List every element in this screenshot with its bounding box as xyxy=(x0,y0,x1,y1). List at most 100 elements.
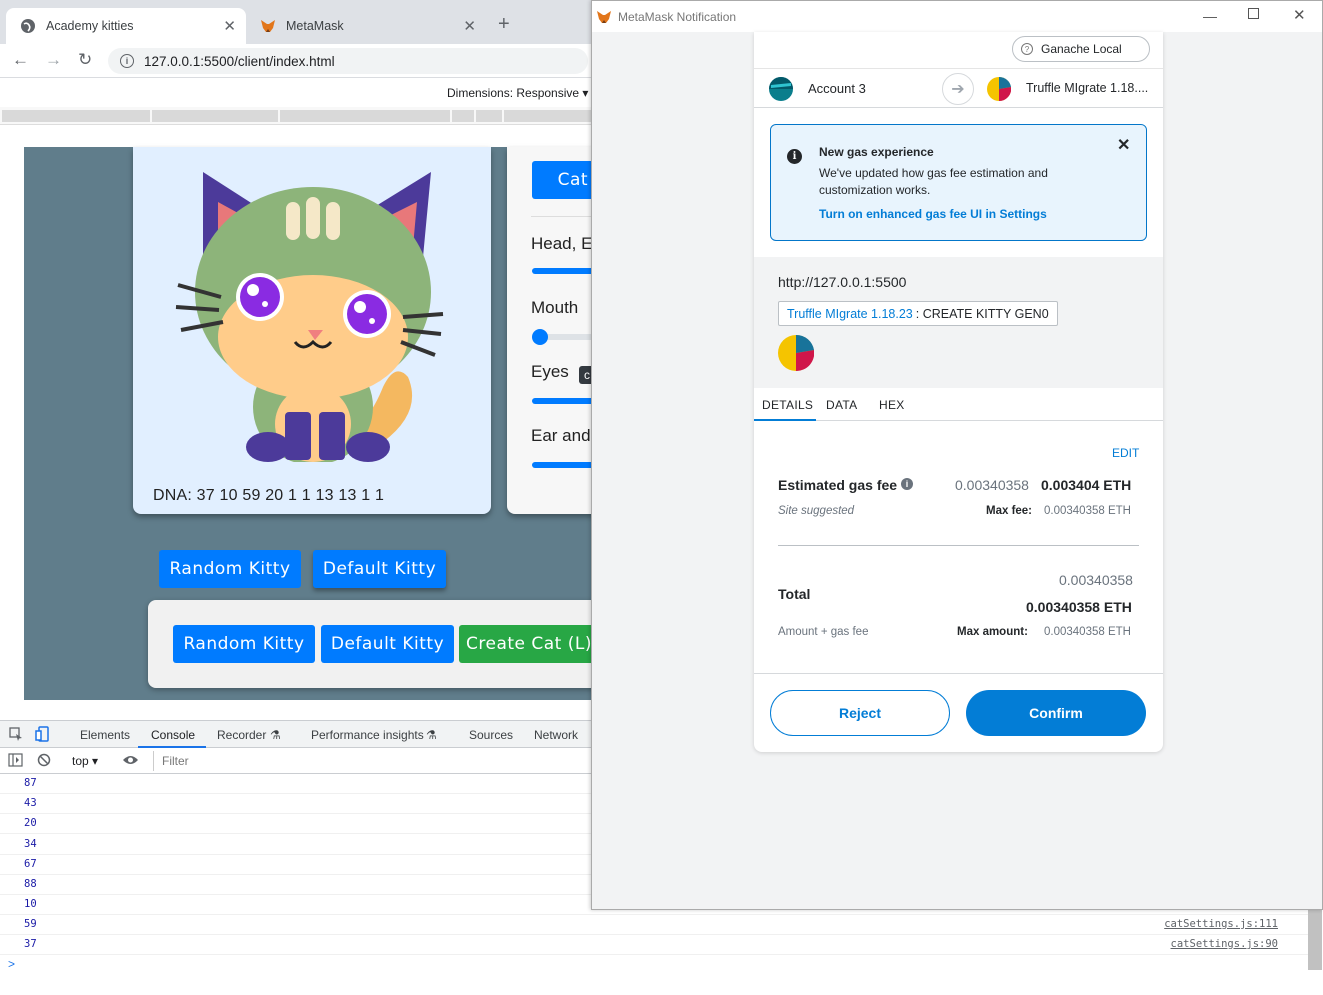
reject-button[interactable]: Reject xyxy=(770,690,950,736)
log-source-link[interactable]: catSettings.js:111 xyxy=(1164,918,1278,930)
tab-data[interactable]: DATA xyxy=(826,398,857,412)
dimensions-label: Dimensions: Responsive xyxy=(447,86,580,100)
devtools-tab-performance[interactable]: Performance insights xyxy=(311,728,424,742)
forward-arrow-icon[interactable]: → xyxy=(45,50,62,70)
devtools-tab-sources[interactable]: Sources xyxy=(469,728,513,742)
method-badge: Truffle MIgrate 1.18.23 : CREATE KITTY G… xyxy=(778,301,1058,326)
clear-console-icon[interactable] xyxy=(37,753,51,770)
max-fee-value: 0.00340358 ETH xyxy=(1044,505,1131,517)
tab-metamask[interactable]: MetaMask ✕ xyxy=(246,8,486,44)
mouth-label: Mouth xyxy=(531,298,579,317)
create-cat-button[interactable]: Create Cat (L) xyxy=(459,625,599,663)
page-viewport: DNA: 37 10 59 20 1 1 13 13 1 1 Cat C Hea… xyxy=(0,125,617,720)
max-fee-label: Max fee: xyxy=(986,505,1033,517)
account-row: Account 3 ➔ Truffle MIgrate 1.18.... xyxy=(754,68,1163,108)
info-icon: i xyxy=(787,149,802,164)
log-source-link[interactable]: catSettings.js:90 xyxy=(1171,938,1278,950)
log-value: 20 xyxy=(24,817,37,829)
new-tab-icon[interactable]: + xyxy=(498,13,510,36)
actions-panel: Random Kitty Default Kitty Create Cat (L… xyxy=(148,600,608,688)
account-avatar xyxy=(769,77,793,104)
confirm-transaction-card: ? Ganache Local Account 3 ➔ Truffle MIgr… xyxy=(754,32,1163,752)
tab-details[interactable]: DETAILS xyxy=(762,398,813,412)
globe-icon xyxy=(20,18,36,34)
window-titlebar: MetaMask Notification — ✕ xyxy=(592,1,1322,32)
gas-fee-secondary: 0.00340358 xyxy=(955,477,1029,493)
notice-close-icon[interactable]: ✕ xyxy=(1117,135,1130,155)
log-value: 10 xyxy=(24,898,37,910)
divider xyxy=(778,545,1139,546)
devtools-tabbar: Elements Console Recorder ⚗ Performance … xyxy=(0,720,600,748)
log-value: 67 xyxy=(24,858,37,870)
tab-academy-kitties[interactable]: Academy kitties ✕ xyxy=(6,8,246,44)
minimize-icon[interactable]: — xyxy=(1203,8,1217,24)
log-value: 59 xyxy=(24,918,37,930)
random-kitty-button-2[interactable]: Random Kitty xyxy=(173,625,315,663)
gas-fee-label: Estimated gas fee xyxy=(778,477,898,493)
log-row: 59 catSettings.js:111 xyxy=(0,915,1310,935)
console-toolbar: top ▾ Filter xyxy=(0,748,600,774)
close-tab-icon[interactable]: ✕ xyxy=(223,17,236,35)
confirm-button[interactable]: Confirm xyxy=(966,690,1146,736)
max-amount-value: 0.00340358 ETH xyxy=(1044,626,1131,638)
close-tab-icon[interactable]: ✕ xyxy=(463,17,476,35)
log-value: 87 xyxy=(24,777,37,789)
back-arrow-icon[interactable]: ← xyxy=(12,50,29,70)
metamask-fox-icon xyxy=(260,18,276,34)
log-value: 34 xyxy=(24,838,37,850)
amount-plus-gas: Amount + gas fee xyxy=(778,626,869,638)
method-contract[interactable]: Truffle MIgrate 1.18.23 xyxy=(787,307,913,321)
gas-info-icon[interactable]: i xyxy=(901,478,913,490)
default-kitty-button-2[interactable]: Default Kitty xyxy=(321,625,454,663)
notice-body: We've updated how gas fee estimation and… xyxy=(819,166,1048,197)
info-icon[interactable]: i xyxy=(120,54,134,68)
devtools-tab-recorder[interactable]: Recorder xyxy=(217,728,266,742)
site-suggested: Site suggested xyxy=(778,505,855,517)
mouth-slider-thumb[interactable] xyxy=(532,329,548,345)
tab-label: MetaMask xyxy=(286,19,344,33)
devtools-tab-network[interactable]: Network xyxy=(534,728,578,742)
devtools-tab-elements[interactable]: Elements xyxy=(80,728,130,742)
max-amount-label: Max amount: xyxy=(957,626,1028,638)
contract-identicon xyxy=(778,334,815,374)
detail-tabs: DETAILS DATA HEX xyxy=(754,388,1163,421)
flask-icon: ⚗ xyxy=(426,728,437,742)
total-label: Total xyxy=(778,586,811,602)
device-toggle-icon[interactable] xyxy=(35,726,51,745)
address-bar[interactable]: i 127.0.0.1:5500/client/index.html xyxy=(108,48,588,74)
default-kitty-button[interactable]: Default Kitty xyxy=(313,550,446,588)
from-account-name[interactable]: Account 3 xyxy=(808,81,866,96)
url-text: 127.0.0.1:5500/client/index.html xyxy=(144,53,335,69)
edit-gas-link[interactable]: EDIT xyxy=(1112,446,1139,460)
inspect-element-icon[interactable] xyxy=(9,727,23,744)
eye-icon[interactable] xyxy=(122,753,139,770)
random-kitty-button[interactable]: Random Kitty xyxy=(159,550,301,588)
window-close-icon[interactable]: ✕ xyxy=(1293,6,1306,24)
maximize-icon[interactable] xyxy=(1248,8,1259,19)
notice-settings-link[interactable]: Turn on enhanced gas fee UI in Settings xyxy=(819,207,1047,221)
kitty-stage: DNA: 37 10 59 20 1 1 13 13 1 1 Cat C Hea… xyxy=(24,147,617,700)
metamask-fox-icon xyxy=(596,9,612,25)
to-contract-name[interactable]: Truffle MIgrate 1.18.... xyxy=(1026,81,1148,95)
log-row: 37 catSettings.js:90 xyxy=(0,935,1310,955)
notice-title: New gas experience xyxy=(819,145,934,159)
devtools-tab-console[interactable]: Console xyxy=(151,728,195,742)
console-filter-input[interactable]: Filter xyxy=(153,751,593,771)
flask-icon: ⚗ xyxy=(270,728,281,742)
kitty-image xyxy=(175,172,444,462)
log-value: 37 xyxy=(24,938,37,950)
context-selector[interactable]: top ▾ xyxy=(72,754,98,768)
context-label: top xyxy=(72,754,89,768)
console-scrollbar[interactable] xyxy=(1308,910,1322,970)
total-secondary: 0.00340358 xyxy=(1059,572,1133,588)
console-prompt[interactable]: > xyxy=(8,957,15,971)
footer-divider xyxy=(754,673,1163,674)
reload-icon[interactable]: ↻ xyxy=(78,50,92,70)
tab-hex[interactable]: HEX xyxy=(879,398,905,412)
network-selector[interactable]: ? Ganache Local xyxy=(1012,36,1150,62)
origin-url: http://127.0.0.1:5500 xyxy=(778,274,907,290)
arrow-right-icon: ➔ xyxy=(942,73,974,105)
dimensions-dropdown[interactable]: Dimensions: Responsive ▾ xyxy=(447,86,588,100)
sidebar-toggle-icon[interactable] xyxy=(8,753,23,770)
log-value: 88 xyxy=(24,878,37,890)
